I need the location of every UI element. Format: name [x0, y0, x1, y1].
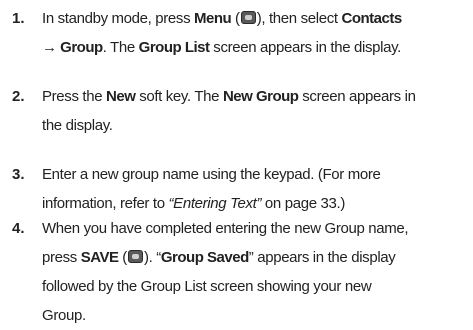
new-group-label: New Group — [222, 88, 299, 105]
ok-key-icon — [127, 250, 143, 263]
group-list-label: Group List — [138, 39, 210, 56]
step-line: When you have completed entering the new… — [42, 220, 409, 237]
new-softkey-label: New — [106, 88, 136, 105]
step-line: press SAVE (). “Group Saved” appears in … — [42, 249, 396, 266]
step-number: 1. — [12, 10, 25, 27]
step-text: Press the New soft key. The New Group sc… — [42, 82, 470, 140]
step-text: Enter a new group name using the keypad.… — [42, 160, 470, 218]
step-number: 4. — [12, 220, 25, 237]
step-line: → Group. The Group List screen appears i… — [42, 39, 401, 56]
step-line: followed by the Group List screen showin… — [42, 278, 372, 295]
step-line: Enter a new group name using the keypad.… — [42, 166, 381, 183]
save-key-label: SAVE — [80, 249, 119, 266]
menu-key-label: Menu — [194, 10, 232, 27]
step-line: Press the New soft key. The New Group sc… — [42, 88, 416, 105]
group-saved-label: Group Saved — [160, 249, 249, 266]
step-line: the display. — [42, 117, 113, 134]
contacts-label: Contacts — [341, 10, 402, 27]
step-text: When you have completed entering the new… — [42, 214, 470, 330]
group-label: → Group — [42, 39, 103, 56]
step-number: 3. — [12, 166, 25, 183]
step-text: In standby mode, press Menu (), then sel… — [42, 4, 470, 62]
instruction-steps: 1. In standby mode, press Menu (), then … — [0, 0, 473, 324]
ok-key-icon — [240, 11, 256, 24]
entering-text-reference: “Entering Text” — [168, 195, 262, 212]
step-line: In standby mode, press Menu (), then sel… — [42, 10, 402, 27]
step-number: 2. — [12, 88, 25, 105]
